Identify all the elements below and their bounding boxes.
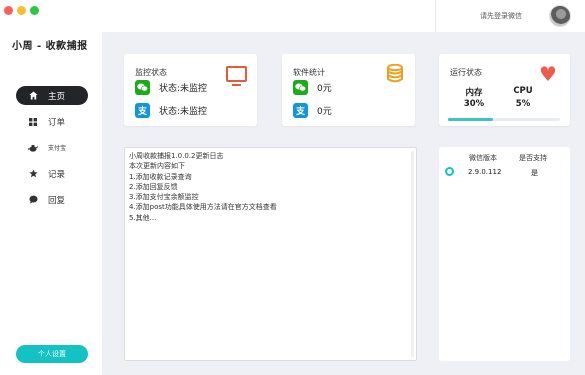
- alipay-stats-row: 支 0元: [293, 103, 332, 118]
- wechat-monitor-status: 状态:未监控: [159, 84, 208, 94]
- grid-icon: [26, 117, 40, 126]
- supported-cell: 是: [531, 169, 538, 177]
- sidebar-item-label: 回复: [48, 195, 66, 206]
- wechat-icon: [135, 80, 150, 95]
- software-stats-card: 软件统计 0元 支 0元: [282, 54, 415, 126]
- log-line: 2.添加回复反馈: [129, 182, 178, 191]
- sidebar-item-alipay[interactable]: 支付宝: [16, 138, 88, 157]
- home-icon: [26, 91, 40, 100]
- cpu-label: CPU: [513, 86, 533, 96]
- wechat-amount: 0元: [317, 84, 332, 94]
- version-cell: 2.9.0.112: [468, 168, 502, 176]
- window-controls: [4, 6, 39, 15]
- runtime-progress-fill: [448, 118, 493, 121]
- sidebar-item-reply[interactable]: 回复: [16, 190, 88, 209]
- log-line: 4.添加post功能具体使用方法请在官方文档查看: [129, 203, 277, 212]
- runtime-status-card: 运行状态 ♥ 内存 30% CPU 5%: [439, 54, 570, 126]
- wechat-version-panel: 微信版本 是否支持 2.9.0.112 是: [439, 147, 570, 361]
- app-title: 小周 - 收款捕报: [12, 41, 88, 52]
- log-line: 3.添加支付宝余额监控: [129, 193, 199, 202]
- card-title: 监控状态: [135, 68, 167, 77]
- alipay-amount: 0元: [317, 107, 332, 117]
- alipay-monitor-row: 支 状态:未监控: [135, 103, 207, 118]
- alipay-icon: 支: [135, 103, 150, 118]
- chat-bubble-icon: [26, 195, 40, 204]
- log-line: 5.其他...: [129, 213, 157, 222]
- card-title: 软件统计: [293, 68, 325, 77]
- sidebar-item-label: 支付宝: [48, 145, 67, 152]
- memory-value: 30%: [463, 99, 485, 109]
- column-header-supported: 是否支持: [519, 154, 547, 162]
- cpu-value: 5%: [515, 99, 531, 109]
- column-header-version: 微信版本: [469, 154, 497, 162]
- version-radio[interactable]: [445, 167, 454, 176]
- star-icon: [26, 169, 40, 178]
- login-prompt[interactable]: 请先登录微信: [480, 11, 522, 21]
- wechat-stats-row: 0元: [293, 80, 332, 95]
- sidebar-item-records[interactable]: 记录: [16, 164, 88, 183]
- log-line: 1.添加收款记录查询: [129, 172, 192, 181]
- teapot-icon: [26, 144, 40, 152]
- sidebar-item-orders[interactable]: 订单: [16, 112, 88, 131]
- sidebar-item-label: 主页: [48, 91, 66, 102]
- sidebar-item-label: 记录: [48, 169, 66, 180]
- sidebar: 小周 - 收款捕报 主页 订单 支付宝 记录 回复 个人设置: [0, 0, 102, 375]
- header-divider: [435, 0, 436, 32]
- log-line: 小周收款捕报1.0.0.2更新日志: [129, 152, 224, 160]
- sidebar-item-label: 订单: [48, 117, 66, 128]
- minimize-window-button[interactable]: [17, 6, 26, 15]
- memory-label: 内存: [465, 88, 483, 98]
- header-bar: 请先登录微信: [102, 0, 585, 32]
- log-line: 本次更新内容如下: [129, 162, 185, 171]
- monitor-status-card: 监控状态 状态:未监控 支 状态:未监控: [124, 54, 257, 126]
- maximize-window-button[interactable]: [30, 6, 39, 15]
- update-log-textarea[interactable]: 小周收款捕报1.0.0.2更新日志 本次更新内容如下 1.添加收款记录查询 2.…: [124, 147, 417, 361]
- sidebar-nav: 主页 订单 支付宝 记录 回复: [16, 86, 88, 216]
- monitor-icon: [226, 66, 247, 86]
- alipay-icon: 支: [293, 103, 308, 118]
- avatar[interactable]: [549, 5, 571, 27]
- card-title: 运行状态: [450, 68, 482, 77]
- alipay-monitor-status: 状态:未监控: [159, 107, 208, 117]
- runtime-progress-bar: [448, 118, 560, 121]
- wechat-monitor-row: 状态:未监控: [135, 80, 207, 95]
- sidebar-item-home[interactable]: 主页: [16, 86, 88, 105]
- log-scrollbar[interactable]: [411, 151, 414, 357]
- coins-icon: [387, 63, 403, 83]
- close-window-button[interactable]: [4, 6, 13, 15]
- wechat-icon: [293, 80, 308, 95]
- personal-settings-button[interactable]: 个人设置: [16, 345, 88, 363]
- heart-icon: ♥: [539, 62, 557, 86]
